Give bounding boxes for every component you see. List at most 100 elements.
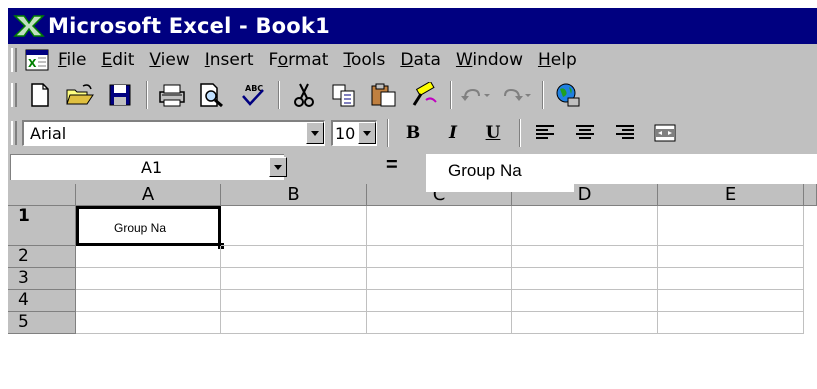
toolbar-separator <box>542 81 544 109</box>
align-center-icon[interactable] <box>567 117 603 149</box>
row-header-4[interactable]: 4 <box>8 290 76 312</box>
menubar-grip[interactable] <box>11 47 17 72</box>
menu-view-label: iew <box>160 49 190 70</box>
cell-a3[interactable] <box>76 268 221 290</box>
menu-tools[interactable]: Tools <box>343 50 385 70</box>
worksheet-grid[interactable]: A B C D E 1 2 3 4 5 Group Na <box>8 184 817 389</box>
cell-e1[interactable] <box>658 206 804 246</box>
undo-icon[interactable] <box>458 79 494 111</box>
cell-d2[interactable] <box>512 246 658 268</box>
menu-format-label: rmat <box>288 49 329 70</box>
row-header-1[interactable]: 1 <box>8 206 76 246</box>
cell-b3[interactable] <box>221 268 367 290</box>
menu-help-accel: H <box>537 49 551 70</box>
formatting-toolbar-grip[interactable] <box>11 121 17 145</box>
cell-b2[interactable] <box>221 246 367 268</box>
cell-c1[interactable] <box>367 206 512 246</box>
excel-x-icon[interactable] <box>12 12 46 40</box>
save-icon[interactable] <box>102 79 138 111</box>
menu-data[interactable]: Data <box>400 50 441 70</box>
menu-window-accel: W <box>455 49 473 70</box>
font-size-dropdown-arrow[interactable] <box>358 122 376 144</box>
edit-formula-button[interactable]: = <box>386 154 398 177</box>
menu-view[interactable]: View <box>149 50 189 70</box>
bold-button[interactable]: B <box>395 117 431 149</box>
menu-insert[interactable]: Insert <box>205 50 254 70</box>
merge-center-icon[interactable] <box>647 117 683 149</box>
menu-window[interactable]: Window <box>456 50 523 70</box>
cell-b5[interactable] <box>221 312 367 334</box>
cut-icon[interactable] <box>286 79 322 111</box>
row-header-5[interactable]: 5 <box>8 312 76 334</box>
cell-a4[interactable] <box>76 290 221 312</box>
cell-a5[interactable] <box>76 312 221 334</box>
font-name-dropdown-arrow[interactable] <box>306 122 324 144</box>
menu-view-accel: V <box>149 49 161 70</box>
menu-data-accel: D <box>400 49 414 70</box>
cell-d3[interactable] <box>512 268 658 290</box>
cell-d1[interactable] <box>512 206 658 246</box>
print-preview-icon[interactable] <box>194 79 230 111</box>
format-painter-icon[interactable] <box>406 79 442 111</box>
name-box-dropdown-arrow[interactable] <box>269 157 287 177</box>
new-icon[interactable] <box>22 79 58 111</box>
cell-e5[interactable] <box>658 312 804 334</box>
menu-file-accel: F <box>58 49 67 70</box>
formatting-toolbar: Arial 10 B I U <box>8 115 817 151</box>
cell-e2[interactable] <box>658 246 804 268</box>
font-size-value: 10 <box>335 124 356 143</box>
font-size-select[interactable]: 10 <box>331 120 377 146</box>
copy-icon[interactable] <box>326 79 362 111</box>
paste-icon[interactable] <box>366 79 402 111</box>
column-header-e[interactable]: E <box>658 184 804 206</box>
row-header-2[interactable]: 2 <box>8 246 76 268</box>
menu-tools-label: ools <box>350 49 386 70</box>
cell-c3[interactable] <box>367 268 512 290</box>
cell-c4[interactable] <box>367 290 512 312</box>
menu-data-label: ata <box>413 49 441 70</box>
menu-format[interactable]: Format <box>269 50 329 70</box>
cell-d4[interactable] <box>512 290 658 312</box>
italic-button[interactable]: I <box>435 117 471 149</box>
toolbar-separator <box>519 119 521 147</box>
cell-c2[interactable] <box>367 246 512 268</box>
cell-d5[interactable] <box>512 312 658 334</box>
align-left-icon[interactable] <box>527 117 563 149</box>
column-header-b[interactable]: B <box>221 184 367 206</box>
toolbar-separator <box>146 81 148 109</box>
menu-window-label: indow <box>472 49 523 70</box>
align-right-icon[interactable] <box>607 117 643 149</box>
cell-a1[interactable]: Group Na <box>76 206 221 246</box>
menu-help[interactable]: Help <box>538 50 577 70</box>
open-icon[interactable] <box>62 79 98 111</box>
row-header-3[interactable]: 3 <box>8 268 76 290</box>
select-all-button[interactable] <box>8 184 76 206</box>
formula-input[interactable]: Group Na <box>426 154 817 184</box>
cell-e3[interactable] <box>658 268 804 290</box>
column-header-f[interactable] <box>804 184 817 206</box>
name-box[interactable]: A1 <box>10 154 287 180</box>
menu-format-accel: o <box>277 49 289 70</box>
redo-icon[interactable] <box>498 79 534 111</box>
column-header-a[interactable]: A <box>76 184 221 206</box>
menu-edit[interactable]: Edit <box>101 50 134 70</box>
web-icon[interactable] <box>550 79 586 111</box>
menu-file[interactable]: File <box>58 50 86 70</box>
standard-toolbar-grip[interactable] <box>11 83 17 107</box>
font-name-value: Arial <box>30 124 67 143</box>
chevron-down-icon <box>311 130 319 136</box>
cell-b4[interactable] <box>221 290 367 312</box>
menu-insert-label: nsert <box>209 49 254 70</box>
workbook-control-icon[interactable]: X <box>22 47 52 73</box>
cell-c5[interactable] <box>367 312 512 334</box>
title-bar[interactable]: Microsoft Excel - Book1 <box>8 8 817 44</box>
toolbar-separator <box>450 81 452 109</box>
menu-format-pre: F <box>268 49 278 70</box>
cell-b1[interactable] <box>221 206 367 246</box>
cell-a2[interactable] <box>76 246 221 268</box>
spelling-icon[interactable]: ABC <box>234 79 270 111</box>
print-icon[interactable] <box>154 79 190 111</box>
cell-e4[interactable] <box>658 290 804 312</box>
font-name-select[interactable]: Arial <box>22 120 325 146</box>
underline-button[interactable]: U <box>475 117 511 149</box>
